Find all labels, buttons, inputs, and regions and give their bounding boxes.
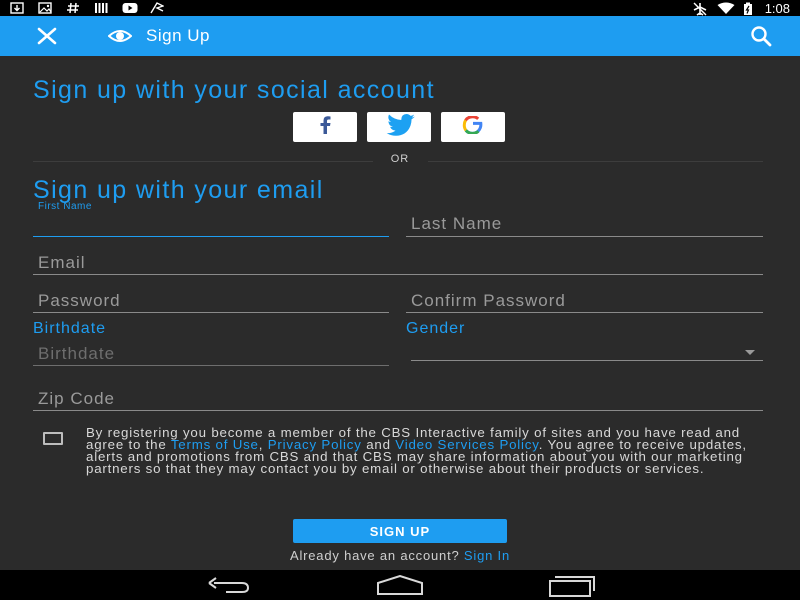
password-field[interactable]: Password	[33, 291, 389, 315]
page-title: Sign Up	[146, 26, 210, 45]
email-placeholder: Email	[38, 253, 86, 272]
zip-placeholder: Zip Code	[38, 389, 115, 408]
gender-select[interactable]	[411, 340, 763, 362]
gender-underline	[411, 360, 763, 361]
gender-label: Gender	[406, 320, 466, 337]
first-name-label: First Name	[38, 201, 92, 212]
flag-icon	[150, 2, 164, 14]
last-name-underline	[406, 236, 763, 237]
birthdate-label: Birthdate	[33, 320, 107, 337]
password-underline	[33, 312, 389, 313]
zip-field[interactable]: Zip Code	[33, 389, 763, 413]
last-name-field[interactable]: Last Name	[406, 214, 763, 238]
last-name-placeholder: Last Name	[411, 214, 503, 233]
youtube-icon	[122, 2, 138, 14]
wifi-icon	[717, 2, 735, 14]
terms-checkbox[interactable]	[43, 432, 63, 445]
signup-form: Sign up with your social account OR Sign…	[0, 56, 800, 570]
clock: 1:08	[764, 0, 790, 16]
signin-link[interactable]: Sign In	[464, 548, 510, 563]
google-button[interactable]	[441, 112, 505, 142]
search-icon[interactable]	[750, 25, 772, 47]
confirm-password-underline	[406, 312, 763, 313]
legal-text: By registering you become a member of th…	[86, 426, 756, 475]
status-bar: 1:08	[0, 0, 800, 16]
first-name-field[interactable]: First Name	[33, 201, 389, 238]
download-icon	[10, 2, 24, 14]
facebook-button[interactable]	[293, 112, 357, 142]
birthdate-placeholder: Birthdate	[38, 344, 116, 363]
or-divider: OR	[390, 153, 410, 165]
email-underline	[33, 274, 763, 275]
confirm-password-field[interactable]: Confirm Password	[406, 291, 763, 315]
navigation-bar	[0, 570, 800, 600]
bars-icon	[94, 2, 108, 14]
image-icon	[38, 2, 52, 14]
eye-icon	[107, 28, 133, 44]
home-icon[interactable]	[376, 574, 424, 600]
email-field[interactable]: Email	[33, 253, 763, 277]
confirm-password-placeholder: Confirm Password	[411, 291, 566, 310]
hash-icon	[66, 2, 80, 14]
battery-icon	[741, 2, 755, 15]
signin-prompt: Already have an account? Sign In	[0, 548, 800, 563]
recents-icon[interactable]	[548, 575, 596, 600]
airplane-icon	[693, 2, 707, 16]
chevron-down-icon	[745, 350, 755, 355]
divider-right	[428, 161, 763, 162]
social-buttons	[293, 112, 505, 142]
twitter-icon	[382, 113, 416, 141]
facebook-icon	[318, 115, 332, 139]
birthdate-underline	[33, 365, 389, 366]
already-text: Already have an account?	[289, 548, 464, 563]
social-heading: Sign up with your social account	[33, 76, 435, 104]
first-name-underline	[33, 236, 389, 237]
close-icon[interactable]	[36, 26, 58, 46]
app-bar: Sign Up	[0, 16, 800, 56]
zip-underline	[33, 410, 763, 411]
birthdate-field[interactable]: Birthdate	[33, 344, 389, 368]
back-icon[interactable]	[206, 575, 252, 600]
twitter-button[interactable]	[367, 112, 431, 142]
signup-button[interactable]: SIGN UP	[293, 519, 507, 543]
google-icon	[459, 114, 487, 139]
password-placeholder: Password	[38, 291, 121, 310]
